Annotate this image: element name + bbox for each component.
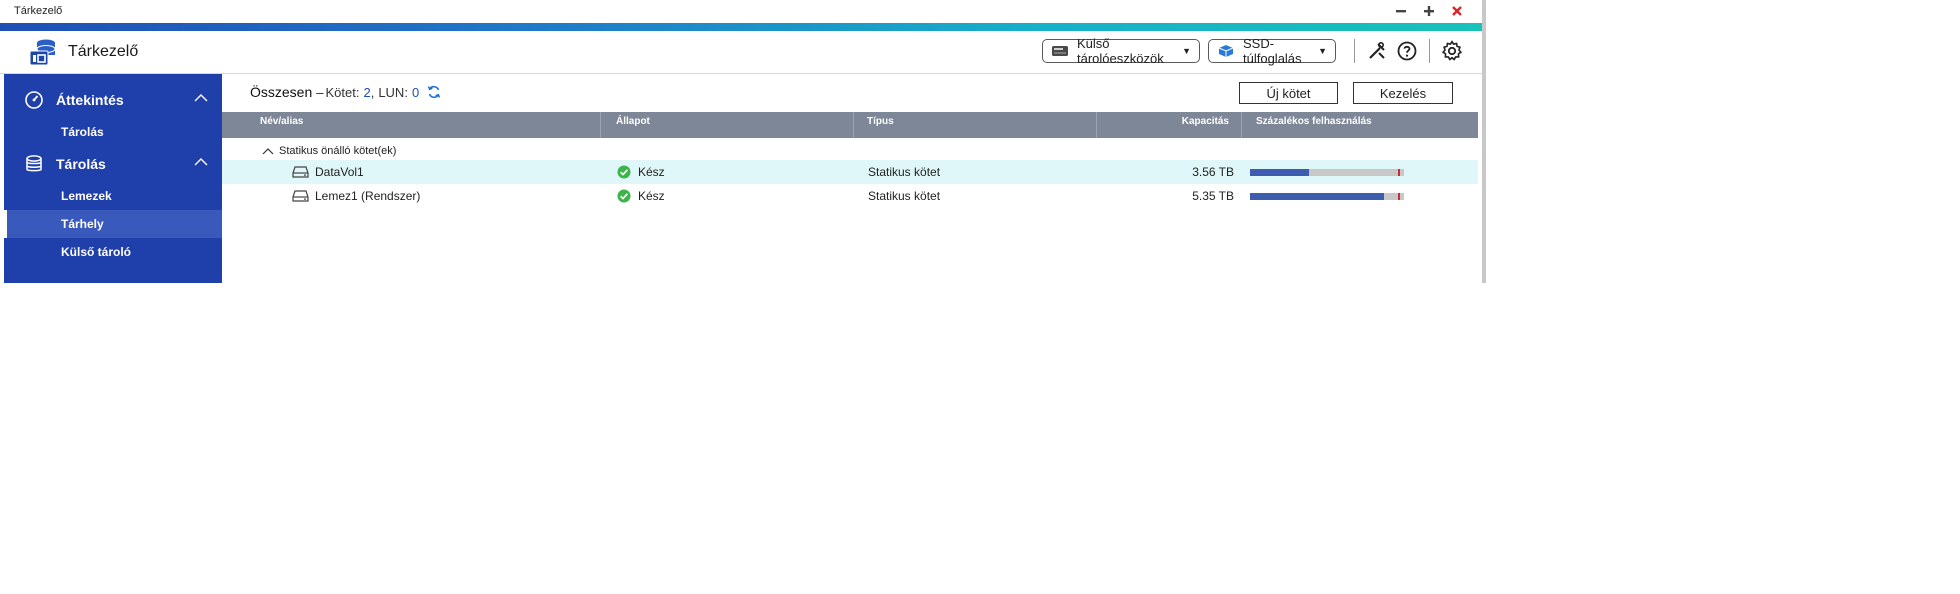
external-devices-label: Külső tárolóeszközök	[1077, 36, 1164, 66]
summary-volume-label: Kötet:	[325, 84, 360, 100]
volume-group-label: Statikus önálló kötet(ek)	[279, 145, 397, 157]
database-icon	[24, 154, 44, 174]
app-name: Tárkezelő	[68, 43, 139, 60]
column-header-usage[interactable]: Százalékos felhasználás	[1242, 112, 1478, 138]
plus-icon	[1424, 6, 1434, 16]
chevron-up-icon	[262, 148, 274, 155]
column-header-status[interactable]: Állapot	[601, 112, 854, 138]
close-icon	[1452, 6, 1462, 16]
volume-status-cell: Kész	[617, 160, 665, 184]
check-circle-icon	[617, 189, 631, 203]
tools-button[interactable]	[1365, 39, 1389, 63]
window-controls	[1392, 2, 1466, 20]
collapse-group-button[interactable]	[262, 147, 274, 155]
sidebar-item-external-storage[interactable]: Külső tároló	[4, 238, 222, 266]
minimize-button[interactable]	[1392, 2, 1410, 20]
header-divider	[1354, 39, 1355, 63]
main-content: Összesen – Kötet: 2 , LUN: 0 Új kötet Ke…	[222, 74, 1478, 283]
volume-capacity: 5.35 TB	[1192, 189, 1234, 203]
ssd-overprovisioning-dropdown[interactable]: SSD-túlfoglalás ▼	[1208, 36, 1336, 66]
volume-name: Lemez1 (Rendszer)	[315, 189, 421, 203]
summary-total-label: Összesen	[250, 84, 313, 100]
summary-lun-label: LUN:	[378, 84, 408, 100]
chevron-down-icon: ▼	[1318, 46, 1327, 56]
volume-status: Kész	[638, 165, 665, 179]
tools-icon	[1369, 41, 1385, 59]
volume-table-header: Név/alias Állapot Típus Kapacitás Százal…	[222, 112, 1478, 138]
check-circle-icon	[617, 165, 631, 179]
sidebar: Áttekintés Tárolás Tárolás Lemezek Tárhe…	[4, 74, 222, 283]
column-header-name[interactable]: Név/alias	[222, 112, 601, 138]
header-divider	[1429, 39, 1430, 63]
column-header-type[interactable]: Típus	[854, 112, 1097, 138]
usage-bar-fill	[1250, 169, 1309, 176]
close-button[interactable]	[1448, 2, 1466, 20]
usage-threshold-marker	[1398, 193, 1400, 200]
window-title: Tárkezelő	[14, 5, 63, 17]
volume-name: DataVol1	[315, 165, 364, 179]
storage-manager-logo-icon	[29, 39, 56, 66]
sidebar-group-label: Áttekintés	[56, 92, 124, 108]
help-button[interactable]	[1395, 39, 1419, 63]
help-icon	[1397, 41, 1417, 61]
volume-group-row: Statikus önálló kötet(ek)	[222, 142, 1478, 160]
usage-bar	[1250, 169, 1404, 176]
volume-drive-icon	[292, 166, 309, 178]
chevron-up-icon	[194, 158, 208, 166]
ssd-overprovisioning-label: SSD-túlfoglalás	[1243, 36, 1302, 66]
volume-type: Statikus kötet	[868, 189, 941, 203]
volume-capacity: 3.56 TB	[1192, 165, 1234, 179]
volume-drive-icon	[292, 190, 309, 202]
volume-status-cell: Kész	[617, 184, 665, 208]
volume-name-cell: DataVol1	[292, 160, 364, 184]
sidebar-item-overview-storage[interactable]: Tárolás	[4, 118, 222, 146]
header-toolbar: Külső tárolóeszközök ▼ SSD-túlfoglalás ▼	[1042, 36, 1464, 66]
table-row[interactable]: Lemez1 (Rendszer) Kész Statikus kötet 5.…	[222, 184, 1478, 208]
sidebar-group-overview[interactable]: Áttekintés	[4, 82, 222, 118]
title-bar: Tárkezelő	[0, 0, 1482, 24]
brand-gradient-strip	[0, 23, 1482, 31]
summary-dash: –	[316, 84, 324, 100]
summary-volume-count: 2	[363, 84, 371, 100]
usage-bar-fill	[1250, 193, 1384, 200]
usage-bar	[1250, 193, 1404, 200]
refresh-icon	[428, 85, 441, 99]
volume-status: Kész	[638, 189, 665, 203]
volume-name-cell: Lemez1 (Rendszer)	[292, 184, 420, 208]
gear-icon	[1442, 40, 1462, 61]
manage-button[interactable]: Kezelés	[1353, 82, 1453, 104]
table-row[interactable]: DataVol1 Kész Statikus kötet 3.56 TB	[222, 160, 1478, 184]
ssd-icon	[1217, 44, 1235, 58]
external-devices-dropdown[interactable]: Külső tárolóeszközök ▼	[1042, 36, 1200, 66]
chevron-up-icon	[194, 94, 208, 102]
storage-manager-window: Tárkezelő Tárkezelő Külső tárolóeszközök…	[0, 0, 1486, 283]
summary-separator: ,	[370, 84, 375, 100]
external-drive-icon	[1051, 44, 1069, 58]
sidebar-item-disks[interactable]: Lemezek	[4, 182, 222, 210]
new-volume-button[interactable]: Új kötet	[1239, 82, 1338, 104]
settings-button[interactable]	[1440, 39, 1464, 63]
minimize-icon	[1396, 10, 1406, 13]
volume-type: Statikus kötet	[868, 165, 941, 179]
dashboard-gauge-icon	[24, 90, 44, 110]
sidebar-group-label: Tárolás	[56, 156, 106, 172]
usage-threshold-marker	[1398, 169, 1400, 176]
refresh-button[interactable]	[427, 85, 441, 99]
sidebar-item-storage-space[interactable]: Tárhely	[4, 210, 222, 238]
app-header: Tárkezelő Külső tárolóeszközök ▼ SSD-túl…	[0, 31, 1482, 74]
maximize-button[interactable]	[1420, 2, 1438, 20]
volume-summary: Összesen – Kötet: 2 , LUN: 0	[250, 84, 441, 100]
chevron-down-icon: ▼	[1182, 46, 1191, 56]
column-header-capacity[interactable]: Kapacitás	[1097, 112, 1242, 138]
sidebar-group-storage[interactable]: Tárolás	[4, 146, 222, 182]
summary-lun-count: 0	[411, 84, 420, 100]
